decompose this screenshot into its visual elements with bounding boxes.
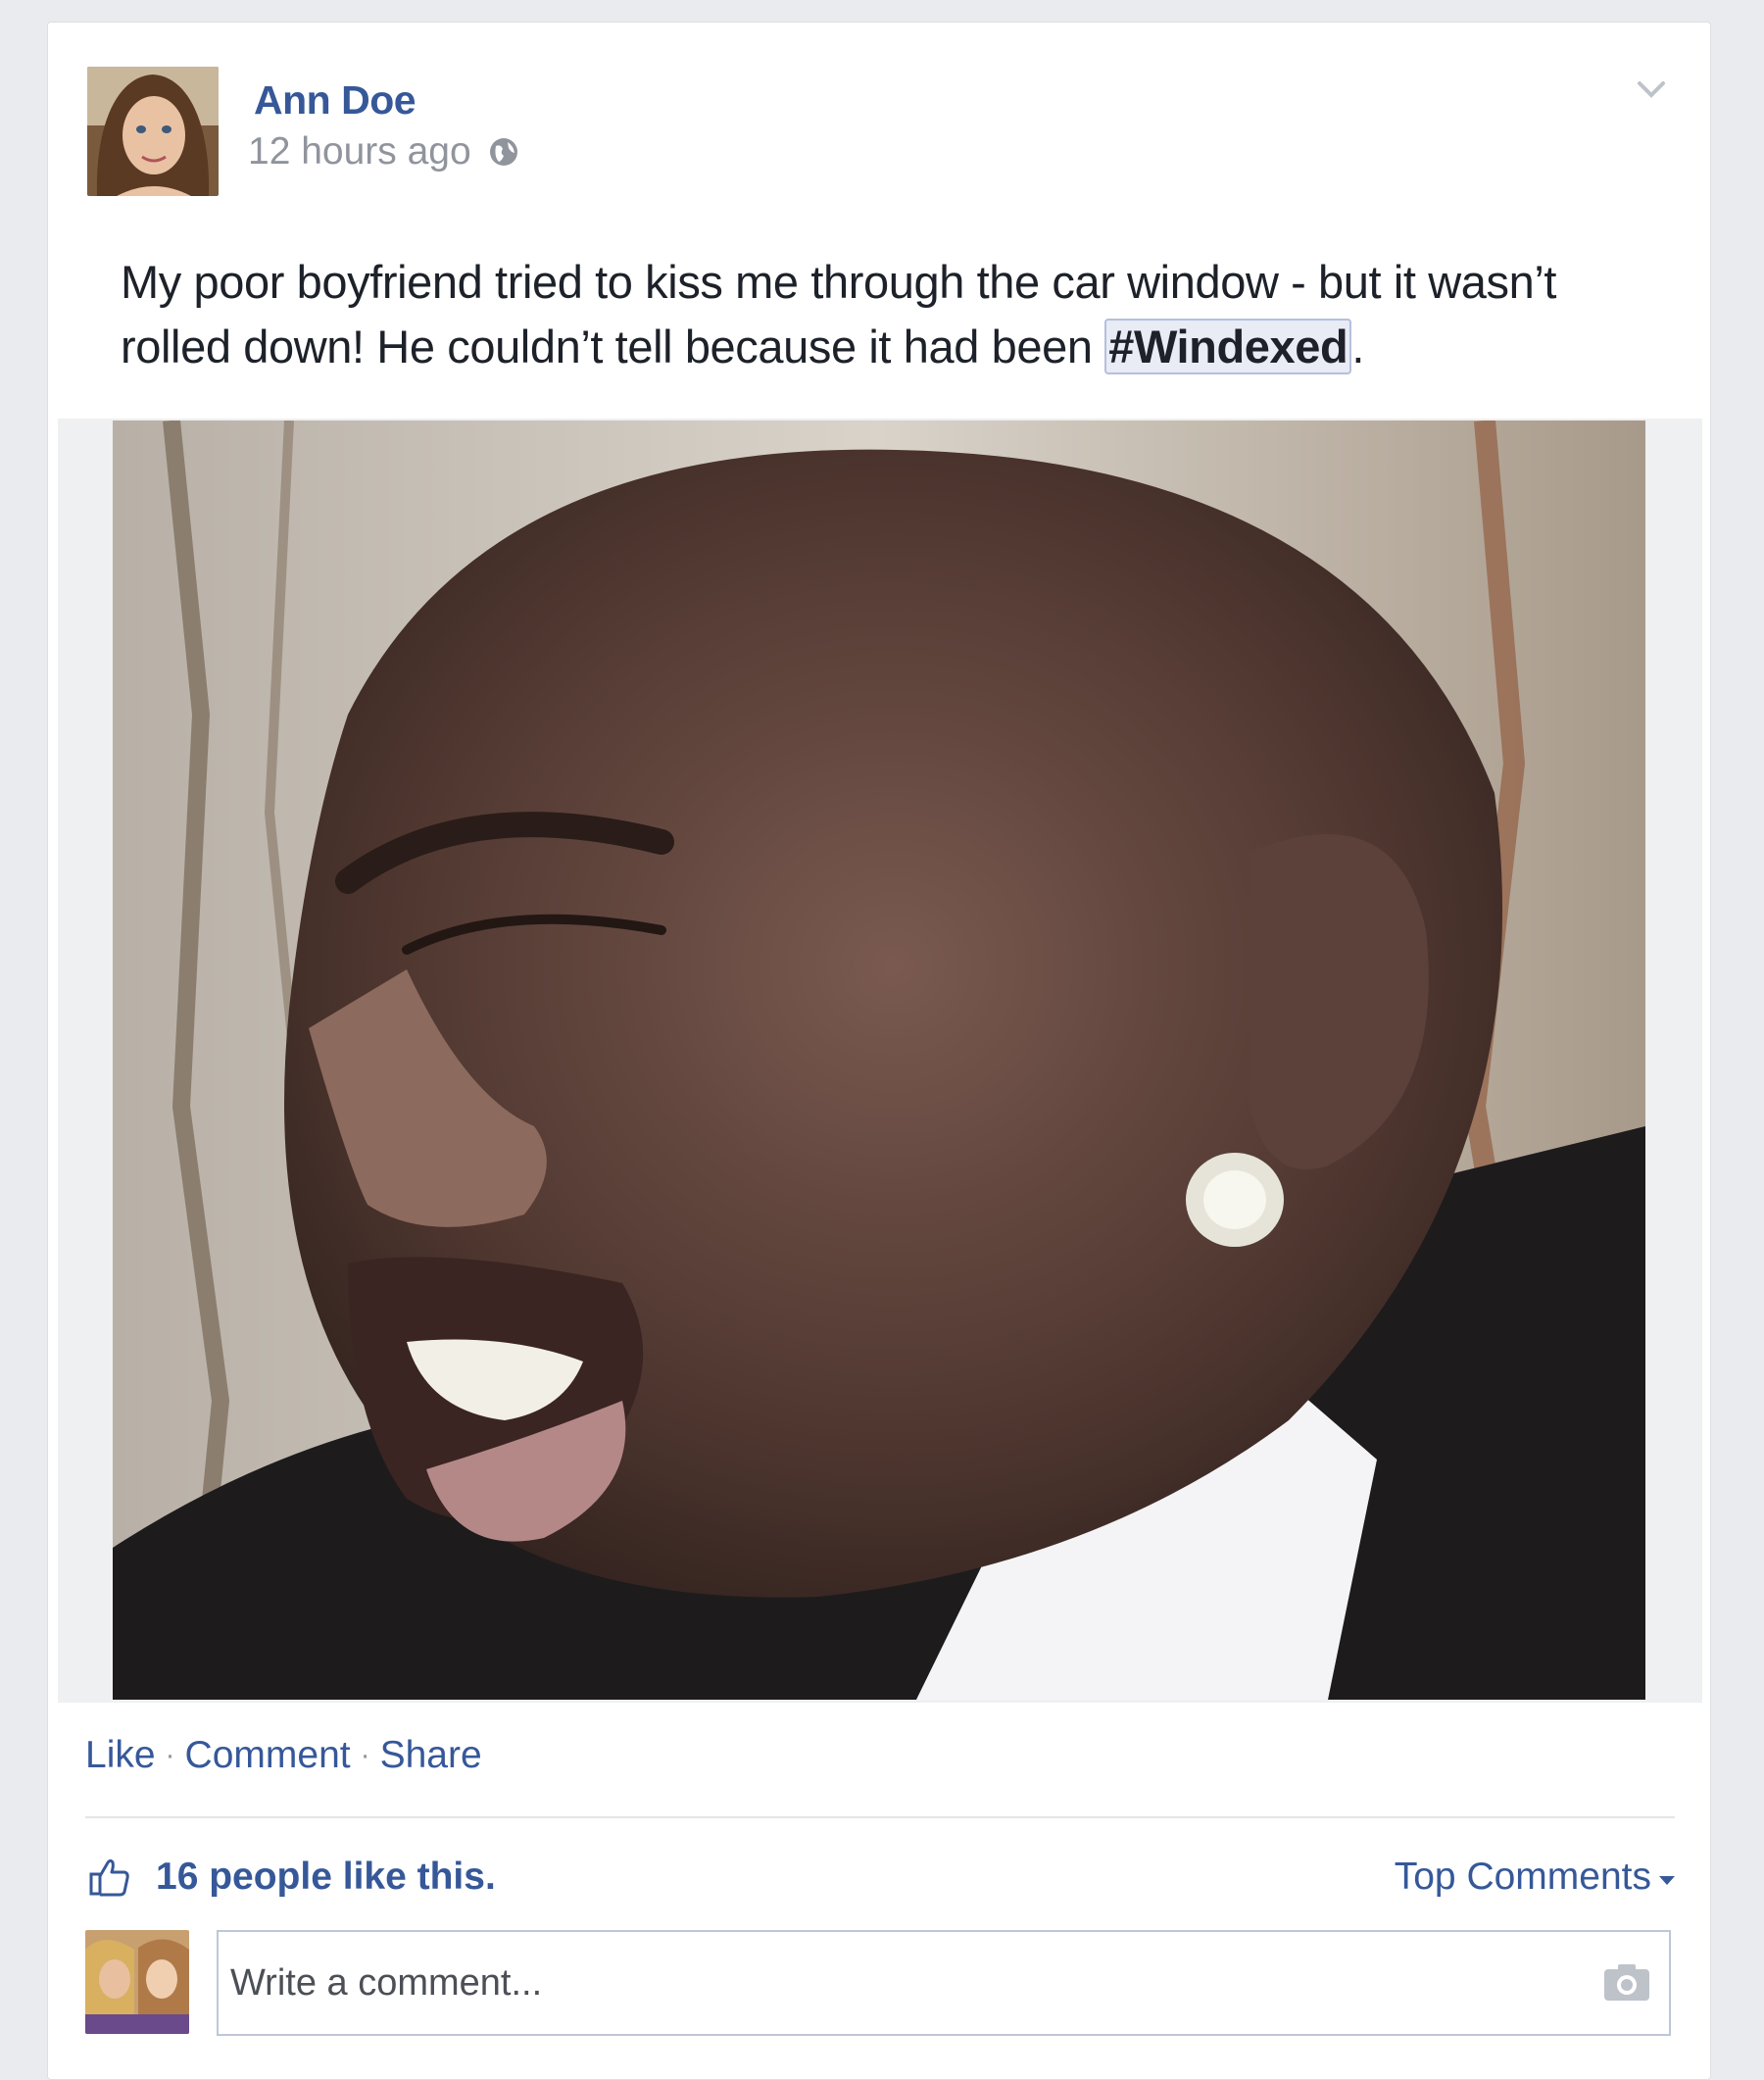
reactions-row: 16 people like this. Top Comments <box>87 1848 1675 1907</box>
timestamp-text[interactable]: 12 hours ago <box>248 130 471 173</box>
hashtag-link[interactable]: #Windexed <box>1104 319 1352 374</box>
post-message: My poor boyfriend tried to kiss me throu… <box>121 250 1649 379</box>
like-link[interactable]: Like <box>85 1734 156 1777</box>
action-separator: · <box>165 1739 175 1771</box>
post-photo[interactable] <box>113 421 1645 1700</box>
actions-divider <box>85 1816 1675 1818</box>
post-photo-frame <box>58 419 1702 1703</box>
comment-input[interactable] <box>217 1930 1671 2036</box>
globe-icon[interactable] <box>487 135 520 169</box>
post-actions: Like · Comment · Share <box>85 1734 482 1777</box>
author-avatar[interactable] <box>87 67 219 196</box>
post-card: Ann Doe 12 hours ago My poor boyfriend t… <box>47 22 1711 2080</box>
share-link[interactable]: Share <box>380 1734 482 1777</box>
comment-link[interactable]: Comment <box>185 1734 351 1777</box>
commenter-avatar[interactable] <box>85 1930 189 2034</box>
top-comments-dropdown[interactable]: Top Comments <box>1395 1856 1675 1899</box>
post-text-after: . <box>1351 321 1364 372</box>
likes-count-link[interactable]: 16 people like this. <box>156 1856 496 1899</box>
author-name[interactable]: Ann Doe <box>254 77 416 124</box>
comment-composer <box>85 1930 1677 2040</box>
top-comments-label: Top Comments <box>1394 1856 1651 1898</box>
thumbs-up-icon <box>87 1855 132 1900</box>
chevron-down-icon[interactable] <box>1632 70 1671 109</box>
camera-icon[interactable] <box>1602 1961 1651 2005</box>
caret-down-icon <box>1659 1875 1675 1885</box>
likes-summary: 16 people like this. <box>87 1855 496 1900</box>
post-timestamp: 12 hours ago <box>248 130 520 173</box>
action-separator: · <box>360 1739 370 1771</box>
